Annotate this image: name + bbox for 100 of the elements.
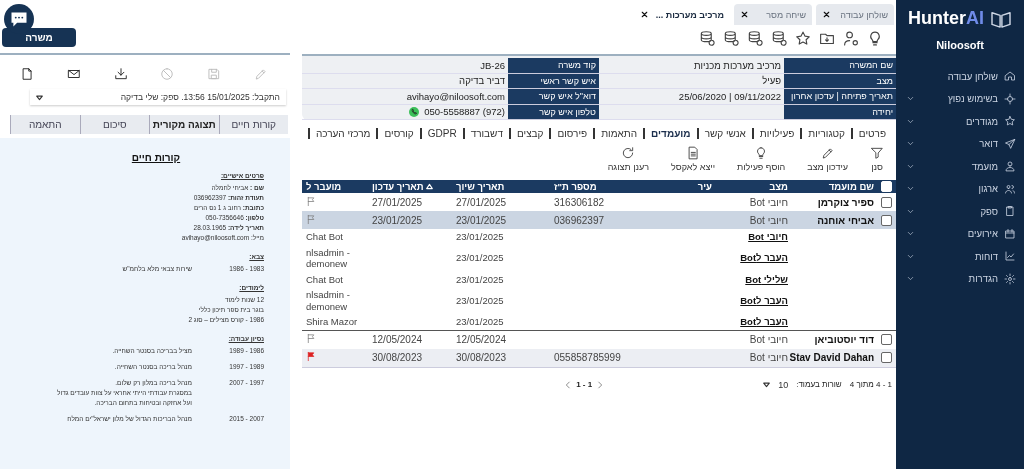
close-icon[interactable]: [740, 10, 749, 19]
filter-icon: [870, 146, 884, 160]
column-header[interactable]: תאריך עדכון: [372, 181, 433, 192]
tab[interactable]: התאמה: [10, 115, 80, 134]
flag-icon[interactable]: [306, 333, 317, 344]
database-icon[interactable]: [746, 30, 764, 47]
tab[interactable]: התאמות: [593, 128, 644, 139]
star-icon[interactable]: [794, 30, 812, 47]
field-value: (972) 050-5558887: [424, 105, 505, 119]
toolbar-button[interactable]: הוסף פעילות: [736, 146, 786, 174]
candidate-name[interactable]: דוד יוסטוביאן: [814, 334, 874, 345]
checkbox[interactable]: [881, 334, 892, 346]
column-header[interactable]: עיר: [697, 181, 712, 192]
candidate-name[interactable]: ספיר צוקרמן: [817, 196, 874, 208]
table-cell: 27/01/2025: [456, 196, 507, 208]
company-name: Niloosoft: [935, 39, 985, 51]
table-cell: חיובי Bot: [749, 214, 788, 226]
field-value: דביר בדיקה: [459, 74, 505, 88]
star-icon: [1004, 115, 1016, 128]
field-label: שם המשרה: [784, 58, 896, 74]
column-header[interactable]: מועבר ל: [306, 181, 342, 192]
tab[interactable]: אנשי קשר: [696, 128, 752, 139]
table-cell: Chat Bot: [306, 273, 343, 285]
table-cell: חיובי Bot: [749, 334, 788, 345]
status-link[interactable]: העבר לBot: [740, 252, 788, 264]
status-link[interactable]: העבר לBot: [740, 294, 788, 306]
status-link[interactable]: שלילי Bot: [745, 273, 788, 285]
table-cell: 055858785999: [554, 352, 621, 363]
table-cell: nlsadmin - demonew: [306, 246, 350, 269]
pencil-icon: [820, 146, 835, 160]
chart-icon: [1004, 250, 1016, 263]
toolbar-button[interactable]: רענן תצוגה: [607, 146, 649, 174]
status-link[interactable]: חיובי Bot: [748, 231, 788, 242]
tab[interactable]: קורות חיים: [218, 115, 288, 134]
checkbox[interactable]: [881, 352, 892, 364]
tab[interactable]: תצוגה מקורית: [149, 115, 219, 134]
column-header[interactable]: מצב: [769, 181, 788, 192]
download-icon[interactable]: [113, 67, 128, 81]
sidebar-item[interactable]: דואר: [896, 132, 1024, 155]
tab[interactable]: פירסום: [549, 128, 594, 139]
tab[interactable]: קבצים: [508, 128, 550, 139]
candidate-name[interactable]: אביחי אוחנה: [817, 214, 874, 226]
sidebar-item[interactable]: דוחות: [896, 245, 1024, 268]
table-cell: 23/01/2025: [456, 214, 507, 226]
table-cell: nlsadmin - demonew: [306, 289, 350, 312]
tab[interactable]: קורסים: [376, 128, 420, 139]
document-select[interactable]: התקבל: 15/01/2025 13:56. ספק: שלי בדיקה: [30, 89, 286, 105]
field-label: קוד משרה: [508, 58, 599, 74]
tab[interactable]: GDPR: [419, 128, 463, 139]
sidebar-item[interactable]: הגדרות: [896, 267, 1024, 290]
job-button[interactable]: משרה: [2, 28, 76, 47]
tab[interactable]: פעילויות: [751, 128, 801, 139]
toolbar-button[interactable]: עידכון מצב: [807, 146, 848, 174]
user-add-icon[interactable]: [842, 30, 860, 47]
sidebar-item[interactable]: בשימוש נפוץ: [896, 87, 1024, 110]
column-header[interactable]: תאריך שיוך: [456, 181, 505, 192]
document-icon: [686, 146, 700, 160]
sidebar-item[interactable]: מגודרים: [896, 110, 1024, 133]
candidate-name[interactable]: Stav David Dahan: [789, 352, 874, 363]
toolbar-button[interactable]: סנן: [870, 146, 884, 174]
tab[interactable]: שולחן עבודה: [816, 4, 894, 25]
table-cell: 23/01/2025: [456, 316, 504, 327]
flag-icon[interactable]: [306, 195, 317, 207]
sidebar-item[interactable]: שולחן עבודה: [896, 65, 1024, 88]
settings-icon: [1004, 272, 1016, 285]
status-link[interactable]: העבר לBot: [740, 316, 788, 327]
checkbox[interactable]: [881, 214, 892, 226]
close-icon[interactable]: [640, 10, 649, 19]
sidebar-item[interactable]: אירועים: [896, 222, 1024, 245]
tab[interactable]: שיחה מסר: [734, 4, 812, 25]
table-cell: חיובי Bot: [749, 196, 788, 208]
caret-icon: [763, 381, 771, 388]
checkbox[interactable]: [881, 196, 892, 208]
database-icon[interactable]: [770, 30, 788, 47]
tab[interactable]: סיכום: [79, 115, 149, 134]
sidebar-item[interactable]: ארגון: [896, 177, 1024, 200]
column-header[interactable]: שם מועמד: [828, 181, 874, 192]
whatsapp-icon[interactable]: [408, 105, 421, 118]
table-cell: 23/01/2025: [372, 214, 423, 226]
tab[interactable]: קטגוריות: [800, 128, 851, 139]
sidebar-item[interactable]: מועמד: [896, 155, 1024, 178]
database-icon[interactable]: [722, 30, 740, 47]
field-value: 09/11/2022 | 25/06/2020: [599, 89, 784, 105]
mail-icon[interactable]: [66, 67, 81, 81]
tab[interactable]: דשבורד: [462, 128, 509, 139]
rows-per-page-select[interactable]: 10: [763, 379, 789, 390]
tab[interactable]: מועמדים: [643, 128, 697, 139]
copy-icon[interactable]: [20, 67, 34, 81]
tab[interactable]: פרטים: [850, 128, 892, 139]
column-header[interactable]: מספר ת"ז: [554, 181, 597, 192]
database-icon[interactable]: [698, 30, 716, 47]
sidebar-item[interactable]: ספק: [896, 200, 1024, 223]
caret-icon: [36, 93, 43, 101]
table-cell: Chat Bot: [306, 231, 343, 242]
flag-icon[interactable]: [306, 351, 317, 362]
crosshair-icon: [1004, 92, 1016, 105]
close-icon[interactable]: [822, 10, 831, 19]
tab[interactable]: מרכזי הערכה: [307, 128, 377, 139]
page-number: 1 - 1: [576, 380, 593, 389]
toolbar-button[interactable]: ייצא לאקסל: [671, 146, 715, 174]
